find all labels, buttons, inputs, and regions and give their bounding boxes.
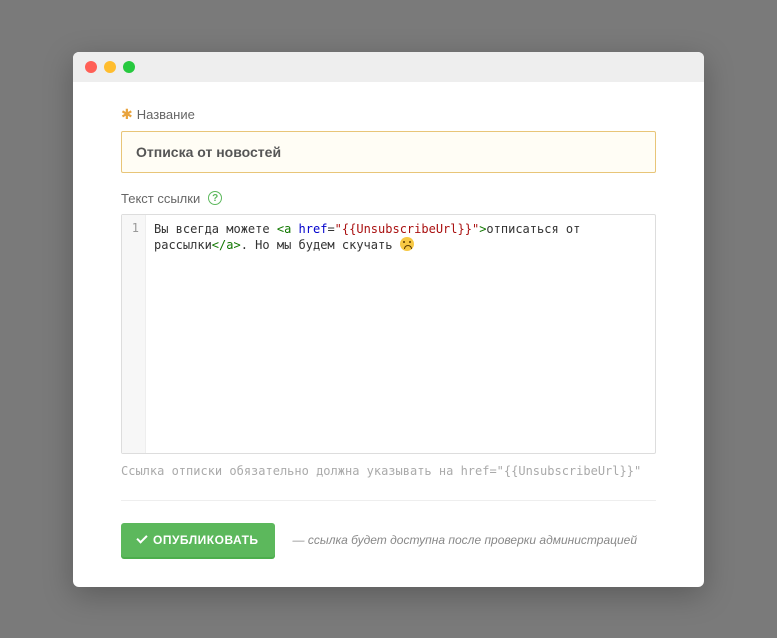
publish-button-label: ОПУБЛИКОВАТЬ [153,533,259,547]
minimize-icon[interactable] [104,61,116,73]
title-input[interactable] [121,131,656,173]
check-icon [136,532,147,543]
code-gutter: 1 [122,215,146,453]
title-label: ✱ Название [121,106,656,123]
footer: ОПУБЛИКОВАТЬ — ссылка будет доступна пос… [121,523,656,557]
title-field-group: ✱ Название [121,106,656,173]
help-icon[interactable]: ? [208,191,222,205]
hint-prefix: Ссылка отписки обязательно должна указыв… [121,464,461,478]
code-token-tag: <a [277,222,291,236]
code-token-attr: href [299,222,328,236]
hint-snippet: href="{{UnsubscribeUrl}}" [461,464,642,478]
code-text-plain: . Но мы будем скучать [241,238,400,252]
code-token-string: "{{UnsubscribeUrl}}" [335,222,480,236]
link-text-label: Текст ссылки ? [121,191,656,206]
required-asterisk-icon: ✱ [121,106,133,123]
code-editor[interactable]: 1 Вы всегда можете <a href="{{Unsubscrib… [121,214,656,454]
code-area[interactable]: Вы всегда можете <a href="{{UnsubscribeU… [146,215,655,453]
title-label-text: Название [137,107,195,122]
sad-emoji-icon [400,237,414,251]
code-text-plain: Вы всегда можете [154,222,277,236]
link-text-field-group: Текст ссылки ? 1 Вы всегда можете <a hre… [121,191,656,478]
line-number: 1 [122,221,139,235]
modal-content: ✱ Название Текст ссылки ? 1 Вы всегда мо… [73,82,704,587]
link-text-label-text: Текст ссылки [121,191,200,206]
close-icon[interactable] [85,61,97,73]
publish-button[interactable]: ОПУБЛИКОВАТЬ [121,523,275,557]
hint-text: Ссылка отписки обязательно должна указыв… [121,464,656,478]
window-titlebar [73,52,704,82]
maximize-icon[interactable] [123,61,135,73]
divider [121,500,656,501]
footer-note: — ссылка будет доступна после проверки а… [293,533,637,547]
modal-window: ✱ Название Текст ссылки ? 1 Вы всегда мо… [73,52,704,587]
code-token-tag: </a> [212,238,241,252]
